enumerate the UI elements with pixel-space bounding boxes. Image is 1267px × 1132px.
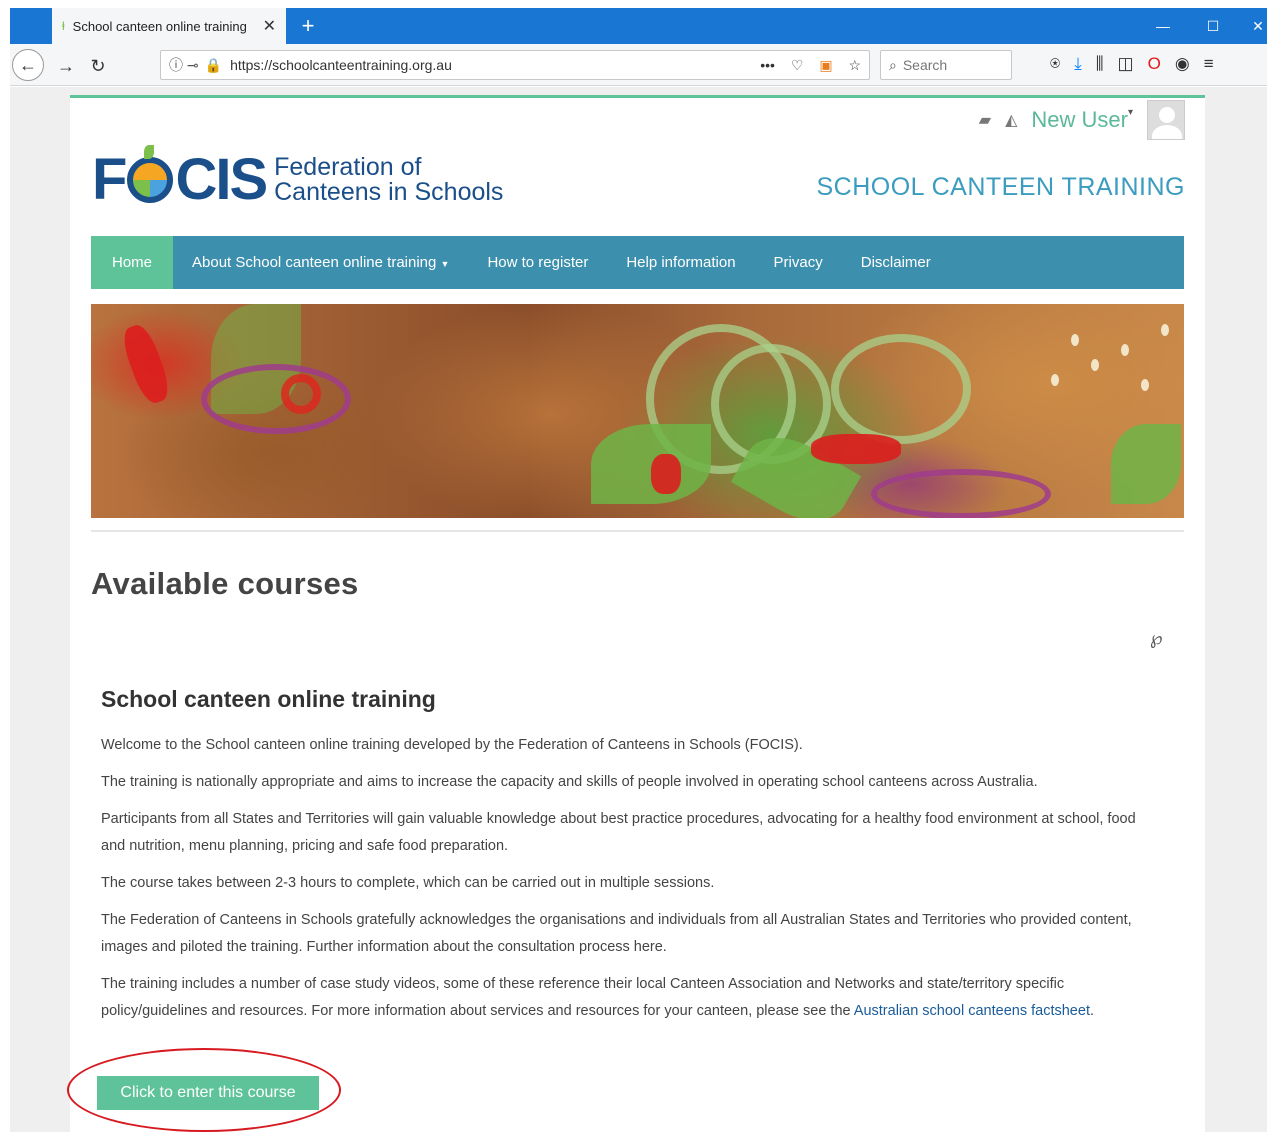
back-arrow-icon[interactable]: ← bbox=[12, 49, 44, 81]
page-container: ▰ ◭ New User▾ F CIS Federation of Canteen… bbox=[67, 95, 1205, 1132]
toolbar-icons: ⍟ ⤓ ⫼ ◫ O ◉ ≡ bbox=[1050, 54, 1214, 74]
logo-line-1: Federation of bbox=[274, 152, 422, 181]
downloads-icon[interactable]: ⤓ bbox=[1074, 54, 1082, 74]
nav-item-label: About School canteen online training bbox=[192, 254, 437, 271]
avatar[interactable] bbox=[1147, 100, 1185, 140]
logo-fruit-icon bbox=[127, 144, 174, 203]
site-info-icon[interactable]: ⓘ ⊸ bbox=[169, 55, 199, 75]
nav-item-disclaimer[interactable]: Disclaimer bbox=[842, 236, 950, 289]
forward-arrow-icon[interactable]: → bbox=[52, 52, 80, 80]
tab-title: School canteen online training bbox=[72, 18, 247, 34]
menu-icon[interactable]: ≡ bbox=[1204, 54, 1214, 74]
course-paragraph: Participants from all States and Territo… bbox=[101, 811, 1136, 854]
site-title: SCHOOL CANTEEN TRAINING bbox=[816, 173, 1185, 201]
extension-o-icon[interactable]: O bbox=[1148, 54, 1161, 74]
paragraph-end: . bbox=[1089, 1003, 1094, 1019]
course-paragraph: Welcome to the School canteen online tra… bbox=[101, 737, 803, 753]
hero-banner-image bbox=[91, 304, 1184, 518]
course-paragraph: The training is nationally appropriate a… bbox=[101, 774, 1038, 790]
maximize-window-icon[interactable]: ☐ bbox=[1193, 8, 1233, 44]
course-paragraph: The Federation of Canteens in Schools gr… bbox=[101, 912, 1132, 955]
nav-item-privacy[interactable]: Privacy bbox=[755, 236, 842, 289]
site-favicon-icon: ⱡ bbox=[62, 19, 65, 33]
sidebar-icon[interactable]: ◫ bbox=[1118, 54, 1134, 74]
url-bar[interactable]: ⓘ ⊸ 🔒 https://schoolcanteentraining.org.… bbox=[160, 50, 870, 80]
bookmark-star-icon[interactable]: ☆ bbox=[848, 57, 861, 73]
user-bar: ▰ ◭ New User▾ bbox=[979, 100, 1185, 140]
nav-item-label: Help information bbox=[626, 254, 736, 271]
extension-avatar-icon[interactable]: ◉ bbox=[1175, 54, 1190, 74]
screenshot-icon[interactable]: ⍟ bbox=[1050, 54, 1060, 74]
search-placeholder: Search bbox=[902, 57, 948, 73]
notifications-icon[interactable]: ◭ bbox=[1005, 110, 1017, 130]
page-title: Available courses bbox=[91, 566, 359, 601]
close-window-icon[interactable]: ✕ bbox=[1238, 8, 1267, 44]
course-paragraph-last: The training includes a number of case s… bbox=[101, 971, 1161, 1025]
reload-icon[interactable]: ↻ bbox=[84, 52, 112, 80]
course-paragraph: The course takes between 2-3 hours to co… bbox=[101, 875, 715, 891]
logo-letters-f: F bbox=[92, 147, 127, 212]
nav-item-about[interactable]: About School canteen online training ▼ bbox=[173, 236, 468, 289]
logo-letters-cis: CIS bbox=[175, 147, 268, 212]
browser-nav-bar: ← → ↻ ⓘ ⊸ 🔒 https://schoolcanteentrainin… bbox=[10, 44, 1267, 86]
course-description: Welcome to the School canteen online tra… bbox=[101, 732, 1161, 1035]
messages-icon[interactable]: ▰ bbox=[979, 110, 991, 130]
nav-item-home[interactable]: Home bbox=[91, 236, 174, 289]
user-menu[interactable]: New User▾ bbox=[1031, 107, 1133, 133]
caret-down-icon: ▼ bbox=[440, 259, 450, 269]
user-name: New User bbox=[1031, 107, 1128, 132]
pocket-icon[interactable]: ♡ bbox=[791, 57, 804, 73]
chevron-down-icon: ▾ bbox=[1127, 107, 1133, 118]
course-title[interactable]: School canteen online training bbox=[101, 686, 436, 713]
search-bar[interactable]: ⌕ Search bbox=[880, 50, 1012, 80]
page-actions-icon[interactable]: ••• bbox=[760, 57, 775, 73]
search-icon: ⌕ bbox=[889, 56, 897, 73]
nav-item-label: How to register bbox=[487, 254, 589, 271]
logo-line-2: Canteens in Schools bbox=[274, 177, 504, 206]
lock-icon: 🔒 bbox=[204, 56, 223, 73]
nav-item-label: Privacy bbox=[773, 254, 823, 271]
main-nav: Home About School canteen online trainin… bbox=[91, 236, 1184, 289]
reader-view-icon[interactable]: ▣ bbox=[819, 57, 832, 73]
nav-item-how-to-register[interactable]: How to register bbox=[468, 236, 607, 289]
nav-item-help-information[interactable]: Help information bbox=[607, 236, 754, 289]
new-tab-icon[interactable]: + bbox=[295, 12, 321, 40]
browser-tab-bar: ⱡ School canteen online training ✕ + — ☐… bbox=[10, 8, 1267, 44]
minimize-window-icon[interactable]: — bbox=[1143, 8, 1183, 44]
factsheet-link[interactable]: Australian school canteens factsheet bbox=[854, 1003, 1090, 1019]
focis-logo[interactable]: F CIS Federation of Canteens in Schools bbox=[92, 144, 504, 213]
library-icon[interactable]: ⫼ bbox=[1096, 54, 1104, 74]
divider bbox=[91, 530, 1184, 532]
nav-item-label: Home bbox=[112, 254, 153, 271]
nav-item-label: Disclaimer bbox=[860, 254, 931, 271]
highlight-circle bbox=[67, 1048, 341, 1132]
close-tab-icon[interactable]: ✕ bbox=[263, 16, 276, 36]
url-text[interactable]: https://schoolcanteentraining.org.au bbox=[230, 57, 748, 73]
edit-settings-icon[interactable]: ℘ bbox=[1150, 628, 1163, 649]
browser-tab[interactable]: ⱡ School canteen online training ✕ bbox=[52, 8, 286, 44]
